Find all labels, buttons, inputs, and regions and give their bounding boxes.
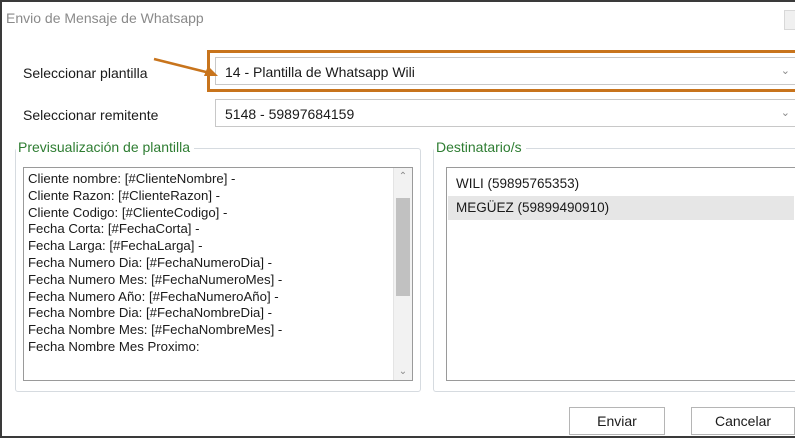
preview-line: Cliente Razon: [#ClienteRazon] - xyxy=(28,187,221,203)
template-select[interactable]: 14 - Plantilla de Whatsapp Wili ⌄ xyxy=(215,57,795,85)
preview-line: Fecha Corta: [#FechaCorta] - xyxy=(28,221,200,237)
sender-label: Seleccionar remitente xyxy=(23,107,159,123)
recipient-item-label: WILI (59895765353) xyxy=(456,176,580,191)
preview-line: Cliente Codigo: [#ClienteCodigo] - xyxy=(28,204,228,220)
title-bar: Envio de Mensaje de Whatsapp xyxy=(2,2,795,38)
sender-select[interactable]: 5148 - 59897684159 ⌄ xyxy=(215,99,795,127)
preview-line: Fecha Nombre Mes Proximo: xyxy=(28,338,200,354)
chevron-down-icon: ⌄ xyxy=(780,65,790,77)
recipient-item-selected[interactable]: MEGÜEZ (59899490910) xyxy=(448,196,794,220)
preview-scrollbar[interactable]: ⌃ ⌄ xyxy=(393,168,412,380)
annotation-arrow-icon xyxy=(153,57,218,76)
close-button[interactable] xyxy=(784,10,795,30)
preview-line: Cliente nombre: [#ClienteNombre] - xyxy=(28,171,236,186)
recipients-group: Destinatario/s WILI (59895765353) MEGÜEZ… xyxy=(433,139,795,392)
scroll-thumb[interactable] xyxy=(396,198,410,296)
preview-line: Fecha Nombre Mes: [#FechaNombreMes] - xyxy=(28,322,283,338)
recipients-list[interactable]: WILI (59895765353) MEGÜEZ (59899490910) xyxy=(446,167,795,381)
sender-select-value: 5148 - 59897684159 xyxy=(225,106,355,122)
chevron-down-icon: ⌄ xyxy=(780,107,790,119)
send-button[interactable]: Enviar xyxy=(569,407,665,435)
chevron-up-icon[interactable]: ⌃ xyxy=(394,168,412,185)
recipient-item[interactable]: WILI (59895765353) xyxy=(448,172,794,196)
preview-group: Previsualización de plantilla Cliente no… xyxy=(15,139,421,392)
preview-group-title: Previsualización de plantilla xyxy=(16,139,194,155)
dialog-window: Envio de Mensaje de Whatsapp Seleccionar… xyxy=(0,0,795,438)
preview-line: Fecha Numero Mes: [#FechaNumeroMes] - xyxy=(28,271,283,287)
preview-line: Fecha Numero Año: [#FechaNumeroAño] - xyxy=(28,288,279,304)
cancel-button[interactable]: Cancelar xyxy=(691,407,795,435)
preview-line: Fecha Larga: [#FechaLarga] - xyxy=(28,238,203,254)
template-label: Seleccionar plantilla xyxy=(23,65,148,81)
recipients-group-title: Destinatario/s xyxy=(434,139,526,155)
preview-line: Fecha Numero Dia: [#FechaNumeroDia] - xyxy=(28,254,273,270)
template-select-value: 14 - Plantilla de Whatsapp Wili xyxy=(225,64,415,80)
recipient-item-label: MEGÜEZ (59899490910) xyxy=(456,200,610,215)
window-title: Envio de Mensaje de Whatsapp xyxy=(6,10,204,26)
preview-text: Cliente nombre: [#ClienteNombre] - Client… xyxy=(28,171,388,374)
chevron-down-icon[interactable]: ⌄ xyxy=(394,363,412,380)
preview-textarea[interactable]: Cliente nombre: [#ClienteNombre] - Client… xyxy=(23,167,413,381)
preview-line: Fecha Nombre Dia: [#FechaNombreDia] - xyxy=(28,305,273,321)
